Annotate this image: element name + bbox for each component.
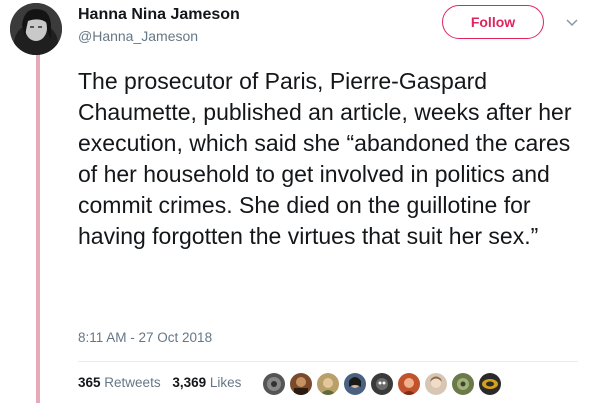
liker-avatars — [262, 372, 505, 396]
liker-avatar[interactable] — [451, 372, 475, 396]
author-handle[interactable]: @Hanna_Jameson — [78, 26, 240, 46]
tweet-stats: 365 Retweets 3,369 Likes — [78, 375, 249, 390]
retweets-count: 365 — [78, 375, 101, 390]
likes-stat[interactable]: 3,369 Likes — [172, 375, 241, 390]
author-name[interactable]: Hanna Nina Jameson — [78, 4, 240, 26]
liker-avatar[interactable] — [370, 372, 394, 396]
avatar-image — [10, 3, 62, 55]
liker-avatar[interactable] — [478, 372, 502, 396]
tweet-timestamp[interactable]: 8:11 AM - 27 Oct 2018 — [78, 330, 212, 345]
liker-avatar[interactable] — [424, 372, 448, 396]
tweet-text: The prosecutor of Paris, Pierre-Gaspard … — [78, 68, 572, 249]
liker-avatar[interactable] — [262, 372, 286, 396]
follow-button[interactable]: Follow — [442, 5, 544, 39]
avatar[interactable] — [10, 3, 62, 55]
liker-avatar[interactable] — [289, 372, 313, 396]
retweets-stat[interactable]: 365 Retweets — [78, 375, 161, 390]
chevron-down-icon[interactable] — [565, 15, 579, 29]
liker-avatar[interactable] — [397, 372, 421, 396]
retweets-label: Retweets — [104, 375, 161, 390]
thread-line — [36, 52, 40, 403]
liker-avatar[interactable] — [316, 372, 340, 396]
liker-avatar[interactable] — [343, 372, 367, 396]
stats-divider — [78, 361, 578, 362]
likes-label: Likes — [209, 375, 242, 390]
likes-count: 3,369 — [172, 375, 207, 390]
author-block: Hanna Nina Jameson @Hanna_Jameson — [78, 4, 240, 46]
